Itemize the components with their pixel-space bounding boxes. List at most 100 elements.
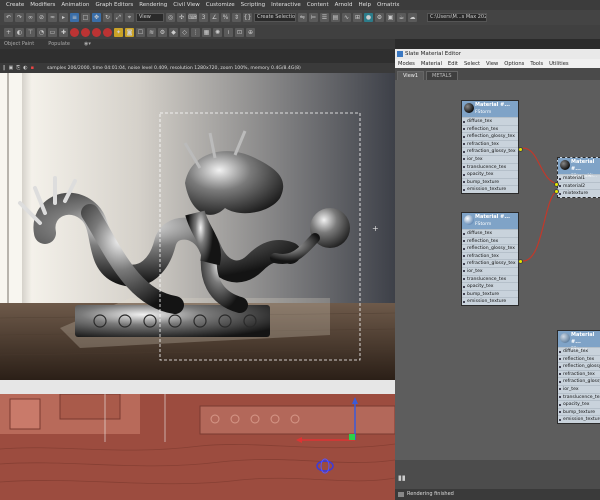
fb-stop-icon[interactable]: ▪ — [31, 65, 34, 71]
workspace-path-dropdown[interactable]: C:\Users\M...s Max 2020 — [427, 13, 487, 22]
menu-animation[interactable]: Animation — [61, 2, 95, 8]
slot[interactable]: ior_tex — [462, 154, 518, 163]
hierarchy-icon[interactable]: ⊤ — [26, 27, 35, 37]
shape-icon[interactable]: ◇ — [180, 27, 189, 37]
node-header[interactable]: Material #... FStormMi... — [558, 158, 600, 179]
select-rotate-icon[interactable]: ↻ — [103, 13, 112, 22]
material-node-mix[interactable]: Material #... FStormMi... material1 mate… — [554, 157, 600, 198]
space-warp-icon[interactable]: ≋ — [147, 27, 156, 37]
sme-menu-options[interactable]: Options — [504, 61, 524, 67]
motion-icon[interactable]: ◔ — [37, 27, 46, 37]
menu-customize[interactable]: Customize — [206, 2, 241, 8]
rendered-frame-window-icon[interactable]: ▣ — [386, 13, 395, 22]
menu-modifiers[interactable]: Modifiers — [30, 2, 61, 8]
slot[interactable]: emission_texture — [462, 185, 518, 193]
slot[interactable]: reflection_tex — [462, 236, 518, 245]
input-pin[interactable] — [554, 182, 559, 187]
slot[interactable]: bump_texture — [558, 407, 600, 416]
rectangle-selection-icon[interactable]: □ — [81, 13, 90, 22]
menu-content[interactable]: Content — [307, 2, 335, 8]
slot[interactable]: opacity_tex — [558, 400, 600, 408]
camera-icon[interactable]: ◙ — [125, 27, 134, 37]
render-sphere-icon-4[interactable] — [103, 27, 112, 37]
snaps-toggle-icon[interactable]: 3 — [199, 13, 208, 22]
fb-copy-icon[interactable]: ⎘ — [16, 65, 20, 71]
utilities-icon[interactable]: ✚ — [59, 27, 68, 37]
tab-metals[interactable]: METALS — [426, 71, 458, 80]
particle-icon[interactable]: ✺ — [213, 27, 222, 37]
slot[interactable]: reflection_glossy_tex — [558, 362, 600, 370]
select-move-icon[interactable]: ✥ — [92, 13, 101, 22]
material-node-4[interactable]: Material #... FStorm diffuse_tex reflect… — [557, 330, 600, 424]
material-node-1[interactable]: Material #... FStorm diffuse_tex reflect… — [461, 100, 523, 194]
reference-coordinate-dropdown[interactable]: View — [136, 13, 164, 22]
modify-icon[interactable]: ◐ — [15, 27, 24, 37]
select-object-icon[interactable]: ▸ — [59, 13, 68, 22]
snap-icon[interactable]: ⋮ — [191, 27, 200, 37]
menu-scripting[interactable]: Scripting — [241, 2, 271, 8]
slot[interactable]: opacity_tex — [462, 170, 518, 178]
slot[interactable]: translucence_tex — [558, 392, 600, 401]
slot[interactable]: bump_texture — [462, 177, 518, 186]
fb-channel-icon[interactable]: ◐ — [23, 65, 27, 71]
fb-save-icon[interactable]: ▣ — [9, 65, 14, 71]
place-icon[interactable]: ⌖ — [125, 13, 134, 22]
slot[interactable]: refraction_glossy_tex — [462, 259, 518, 267]
slot[interactable]: opacity_tex — [462, 282, 518, 290]
angle-snap-icon[interactable]: ∠ — [210, 13, 219, 22]
pivot-center-icon[interactable]: ◎ — [166, 13, 175, 22]
curve-editor-icon[interactable]: ∿ — [342, 13, 351, 22]
bind-space-warp-icon[interactable]: ≈ — [48, 13, 57, 22]
align-icon[interactable]: ⊨ — [309, 13, 318, 22]
node-canvas[interactable]: Material #... FStorm diffuse_tex reflect… — [395, 80, 600, 460]
slot[interactable]: translucence_tex — [462, 162, 518, 171]
render-sphere-icon-1[interactable] — [70, 27, 79, 37]
geometry-icon[interactable]: ◆ — [169, 27, 178, 37]
unlink-icon[interactable]: ⊘ — [37, 13, 46, 22]
layer-explorer-icon[interactable]: ☰ — [320, 13, 329, 22]
slot[interactable]: reflection_glossy_tex — [462, 244, 518, 252]
select-manipulate-icon[interactable]: ✣ — [177, 13, 186, 22]
menu-rendering[interactable]: Rendering — [139, 2, 173, 8]
select-scale-icon[interactable]: ⤢ — [114, 13, 123, 22]
link-icon[interactable]: ∞ — [26, 13, 35, 22]
material-editor-icon[interactable]: ● — [364, 13, 373, 22]
menu-create[interactable]: Create — [6, 2, 30, 8]
slot[interactable]: refraction_tex — [462, 251, 518, 260]
xref-icon[interactable]: ⊕ — [246, 27, 255, 37]
slot[interactable]: diffuse_tex — [462, 117, 518, 125]
light-icon[interactable]: ✦ — [114, 27, 123, 37]
menu-interactive[interactable]: Interactive — [271, 2, 307, 8]
ribbon-object-paint[interactable]: Object Paint — [4, 41, 34, 47]
slot[interactable]: emission_texture — [558, 415, 600, 423]
create-icon[interactable]: + — [4, 27, 13, 37]
slot[interactable]: refraction_glossy_tex — [558, 377, 600, 385]
slot[interactable]: bump_texture — [462, 289, 518, 298]
slot[interactable]: refraction_tex — [462, 139, 518, 148]
render-setup-icon[interactable]: ⚙ — [375, 13, 384, 22]
display-icon[interactable]: ▭ — [48, 27, 57, 37]
tab-view1[interactable]: View1 — [397, 71, 425, 80]
slot[interactable]: ior_tex — [558, 384, 600, 393]
render-production-icon[interactable]: ☕ — [397, 13, 406, 22]
menu-civil-view[interactable]: Civil View — [173, 2, 205, 8]
slot[interactable]: refraction_tex — [558, 369, 600, 378]
sme-menu-utilities[interactable]: Utilities — [549, 61, 569, 67]
perspective-viewport[interactable] — [0, 394, 395, 500]
select-by-name-icon[interactable]: ≡ — [70, 13, 79, 22]
hair-icon[interactable]: ≀ — [224, 27, 233, 37]
render-iterative-icon[interactable]: ☁ — [408, 13, 417, 22]
slot[interactable]: material2 — [558, 181, 600, 190]
ribbon-populate[interactable]: Populate — [48, 41, 70, 47]
ribbon-options-icon[interactable]: ◉▾ — [84, 41, 91, 47]
node-header[interactable]: Material #... FStorm — [558, 331, 600, 352]
input-pin[interactable] — [554, 189, 559, 194]
material-node-2[interactable]: Material #... FStorm diffuse_tex reflect… — [461, 212, 523, 306]
undo-icon[interactable]: ↶ — [4, 13, 13, 22]
sme-menu-modes[interactable]: Modes — [398, 61, 415, 67]
output-pin[interactable] — [518, 259, 523, 264]
sme-menu-edit[interactable]: Edit — [448, 61, 458, 67]
system-icon[interactable]: ⚙ — [158, 27, 167, 37]
render-sphere-icon-2[interactable] — [81, 27, 90, 37]
slot[interactable]: emission_texture — [462, 297, 518, 305]
